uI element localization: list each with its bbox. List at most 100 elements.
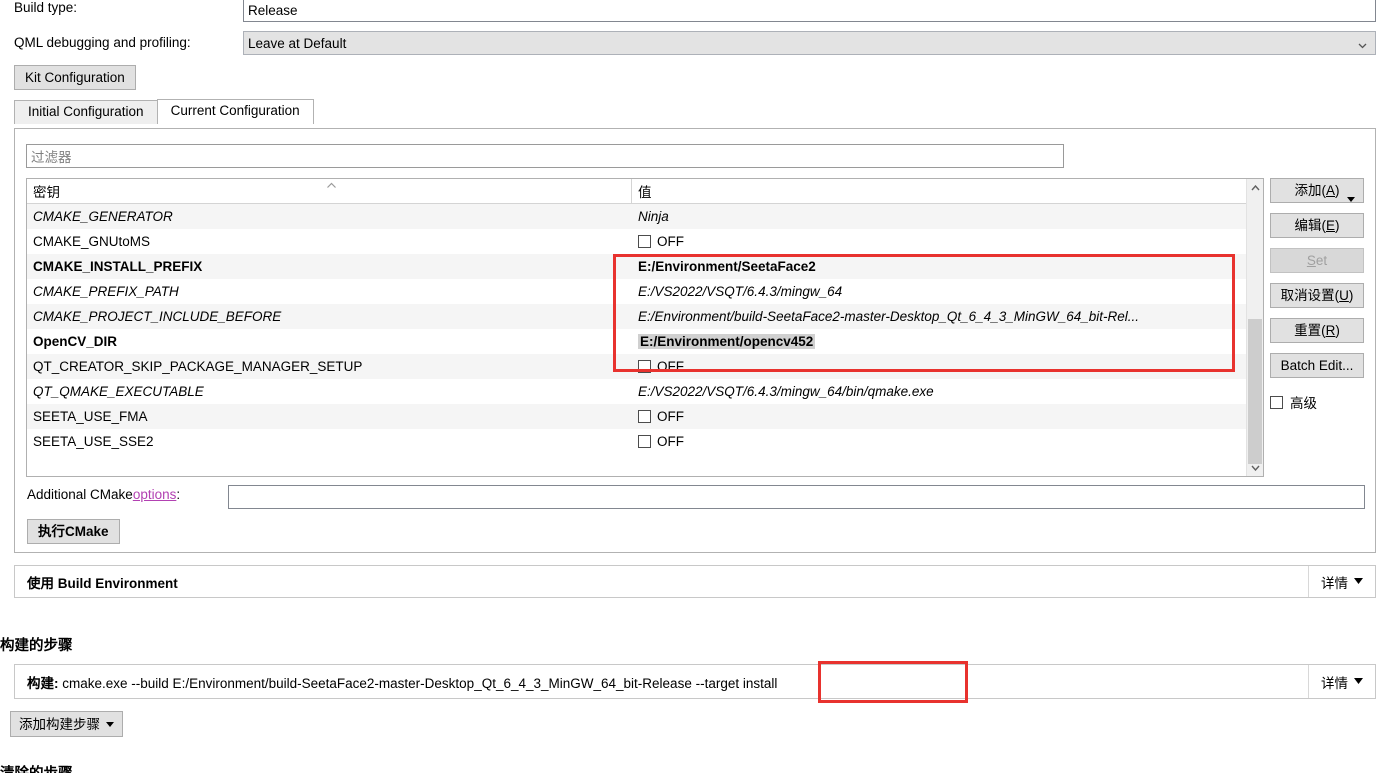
- run-cmake-button[interactable]: 执行CMake: [27, 519, 120, 544]
- table-cell-value-text: E:/Environment/opencv452: [638, 334, 816, 349]
- add-button[interactable]: 添加(A): [1270, 178, 1364, 203]
- add-build-step-button[interactable]: 添加构建步骤: [10, 711, 123, 737]
- table-cell-value-text: Ninja: [638, 209, 669, 224]
- table-row[interactable]: SEETA_USE_SSE2 OFF: [27, 429, 1263, 454]
- caret-down-icon: [1347, 188, 1355, 207]
- build-step-details-label: 详情: [1321, 675, 1348, 691]
- batch-edit-button[interactable]: Batch Edit...: [1270, 353, 1364, 378]
- additional-cmake-options-input[interactable]: [228, 485, 1365, 509]
- table-cell-value-text: OFF: [657, 409, 684, 424]
- table-body: CMAKE_GENERATOR Ninja CMAKE_GNUtoMS OFF CMAK…: [27, 204, 1263, 454]
- checkbox-icon[interactable]: [638, 410, 651, 423]
- table-vertical-scrollbar[interactable]: [1246, 179, 1263, 476]
- unset-button-label: 取消设置(U): [1280, 288, 1354, 303]
- edit-button[interactable]: 编辑(E): [1270, 213, 1364, 238]
- environment-details-button[interactable]: 详情: [1308, 566, 1375, 597]
- additional-cmake-options-row: Additional CMake options:: [27, 487, 180, 502]
- table-row[interactable]: CMAKE_PREFIX_PATH E:/VS2022/VSQT/6.4.3/mi…: [27, 279, 1263, 304]
- table-row[interactable]: CMAKE_GENERATOR Ninja: [27, 204, 1263, 229]
- tab-initial-configuration-label: Initial Configuration: [28, 104, 144, 119]
- checkbox-icon[interactable]: [638, 435, 651, 448]
- build-step-row: 构建: cmake.exe --build E:/Environment/bui…: [14, 664, 1376, 699]
- advanced-checkbox-label: 高级: [1290, 396, 1317, 411]
- caret-down-icon: [1354, 577, 1363, 586]
- table-cell-value[interactable]: OFF: [632, 234, 1263, 249]
- table-cell-key: SEETA_USE_FMA: [33, 409, 148, 424]
- table-row[interactable]: SEETA_USE_FMA OFF: [27, 404, 1263, 429]
- add-build-step-label: 添加构建步骤: [19, 716, 100, 732]
- additional-options-prefix: Additional CMake: [27, 487, 133, 502]
- table-cell-value[interactable]: E:/Environment/SeetaFace2: [632, 259, 1263, 274]
- table-cell-value-text: OFF: [657, 434, 684, 449]
- build-type-value: Release: [248, 2, 298, 18]
- column-header-value[interactable]: 值: [632, 179, 1263, 203]
- additional-options-suffix: :: [176, 487, 181, 502]
- table-cell-value-text: OFF: [657, 359, 684, 374]
- environment-details-label: 详情: [1321, 575, 1348, 591]
- build-step-details-button[interactable]: 详情: [1308, 665, 1375, 698]
- advanced-checkbox-row[interactable]: 高级: [1270, 392, 1366, 412]
- table-cell-key: QT_CREATOR_SKIP_PACKAGE_MANAGER_SETUP: [33, 359, 363, 374]
- tab-initial-configuration[interactable]: Initial Configuration: [14, 100, 158, 124]
- table-cell-value[interactable]: E:/VS2022/VSQT/6.4.3/mingw_64: [632, 284, 1263, 299]
- table-cell-value[interactable]: OFF: [632, 359, 1263, 374]
- table-cell-key: CMAKE_PROJECT_INCLUDE_BEFORE: [33, 309, 282, 324]
- reset-button[interactable]: 重置(R): [1270, 318, 1364, 343]
- build-step-text: 构建: cmake.exe --build E:/Environment/bui…: [15, 672, 777, 692]
- table-cell-value-text: E:/Environment/SeetaFace2: [638, 259, 816, 274]
- table-cell-key: CMAKE_GNUtoMS: [33, 234, 151, 249]
- qml-debugging-combobox[interactable]: Leave at Default: [243, 31, 1376, 55]
- qml-debugging-value: Leave at Default: [248, 35, 347, 51]
- filter-input[interactable]: 过滤器: [26, 144, 1064, 168]
- edit-button-label: 编辑(E): [1294, 218, 1340, 233]
- checkbox-icon[interactable]: [638, 235, 651, 248]
- table-cell-value-text: E:/VS2022/VSQT/6.4.3/mingw_64/bin/qmake.…: [638, 384, 934, 399]
- table-row[interactable]: OpenCV_DIR E:/Environment/opencv452: [27, 329, 1263, 354]
- table-cell-key: QT_QMAKE_EXECUTABLE: [33, 384, 204, 399]
- build-type-row: Build type:: [14, 0, 77, 15]
- scroll-down-icon[interactable]: [1247, 459, 1263, 476]
- table-cell-key: OpenCV_DIR: [33, 334, 118, 349]
- build-environment-name: Build Environment: [57, 575, 178, 591]
- table-cell-value[interactable]: E:/Environment/build-SeetaFace2-master-D…: [632, 309, 1263, 324]
- set-button-label: Set: [1306, 253, 1328, 268]
- table-cell-value-text: E:/VS2022/VSQT/6.4.3/mingw_64: [638, 284, 843, 299]
- table-action-buttons: 添加(A) 编辑(E) Set 取消设置(U) 重置(R) Batch Edit…: [1270, 178, 1366, 412]
- options-link[interactable]: options: [133, 487, 177, 502]
- add-button-label: 添加(A): [1294, 183, 1340, 198]
- table-cell-value[interactable]: E:/VS2022/VSQT/6.4.3/mingw_64/bin/qmake.…: [632, 384, 1263, 399]
- qml-debugging-label: QML debugging and profiling:: [14, 35, 191, 50]
- caret-down-icon: [1354, 677, 1363, 686]
- kit-configuration-button[interactable]: Kit Configuration: [14, 65, 136, 90]
- table-cell-value[interactable]: E:/Environment/opencv452: [632, 334, 1263, 349]
- table-cell-value[interactable]: OFF: [632, 409, 1263, 424]
- qml-debugging-row: QML debugging and profiling:: [14, 35, 191, 50]
- table-cell-key: CMAKE_PREFIX_PATH: [33, 284, 179, 299]
- table-row[interactable]: QT_QMAKE_EXECUTABLE E:/VS2022/VSQT/6.4.3/…: [27, 379, 1263, 404]
- caret-down-icon: [106, 720, 114, 729]
- checkbox-icon[interactable]: [1270, 395, 1283, 409]
- scroll-up-icon[interactable]: [1247, 179, 1263, 196]
- table-row[interactable]: CMAKE_PROJECT_INCLUDE_BEFORE E:/Environme…: [27, 304, 1263, 329]
- table-row[interactable]: CMAKE_GNUtoMS OFF: [27, 229, 1263, 254]
- tab-current-configuration[interactable]: Current Configuration: [156, 99, 314, 124]
- build-environment-row: 使用 Build Environment 详情: [14, 565, 1376, 598]
- table-cell-value[interactable]: OFF: [632, 434, 1263, 449]
- build-type-input[interactable]: Release: [243, 0, 1376, 22]
- reset-button-label: 重置(R): [1294, 323, 1340, 338]
- checkbox-icon[interactable]: [638, 360, 651, 373]
- clean-steps-title: 清除的步骤: [0, 762, 73, 773]
- scrollbar-thumb[interactable]: [1248, 319, 1262, 464]
- table-row[interactable]: CMAKE_INSTALL_PREFIX E:/Environment/Seeta…: [27, 254, 1263, 279]
- column-header-key[interactable]: 密钥: [27, 179, 632, 203]
- table-cell-value[interactable]: Ninja: [632, 209, 1263, 224]
- unset-button[interactable]: 取消设置(U): [1270, 283, 1364, 308]
- build-steps-title: 构建的步骤: [0, 638, 73, 654]
- build-environment-prefix: 使用: [27, 575, 58, 591]
- table-header-row: 密钥 值: [27, 179, 1263, 204]
- column-header-key-label: 密钥: [33, 185, 60, 200]
- build-settings-page: Build type: Release QML debugging and pr…: [0, 0, 1390, 773]
- build-environment-label: 使用 Build Environment: [15, 572, 178, 592]
- batch-edit-button-label: Batch Edit...: [1280, 358, 1354, 373]
- table-row[interactable]: QT_CREATOR_SKIP_PACKAGE_MANAGER_SETUP OFF: [27, 354, 1263, 379]
